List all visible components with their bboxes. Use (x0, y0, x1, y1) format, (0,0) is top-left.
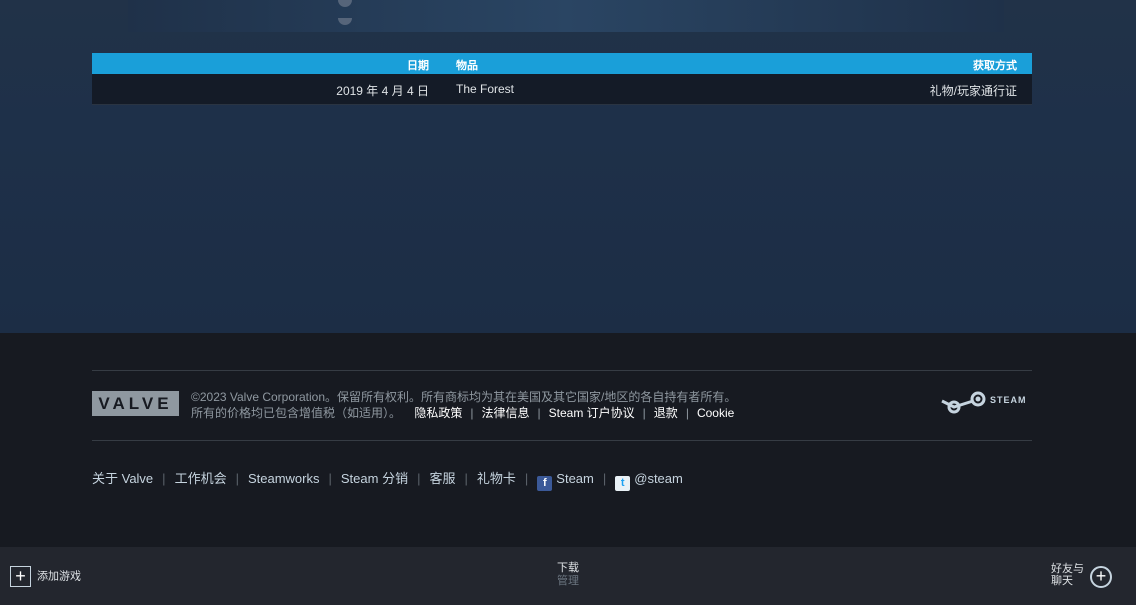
manage-label[interactable]: 管理 (0, 572, 1136, 588)
cookie-link[interactable]: Cookie (697, 406, 734, 420)
footer-links: 关于 Valve | 工作机会 | Steamworks | Steam 分销 | 客服 | 礼物卡… (92, 471, 683, 491)
footer-divider-2 (92, 440, 1032, 441)
facebook-link[interactable]: f Steam (537, 471, 594, 491)
about-valve-link[interactable]: 关于 Valve (92, 471, 153, 486)
banner-decoration (338, 0, 428, 25)
friends-label-line2: 聊天 (1051, 575, 1073, 587)
refund-link[interactable]: 退款 (654, 406, 678, 420)
copyright: ©2023 Valve Corporation。保留所有权利。所有商标均为其在美… (191, 389, 736, 421)
friends-label-line1: 好友与 (1051, 563, 1084, 575)
twitter-link[interactable]: t @steam (615, 471, 683, 491)
footer: VALVE ©2023 Valve Corporation。保留所有权利。所有商… (0, 333, 1136, 547)
legal-links: 所有的价格均已包含增值税（如适用）。 隐私政策 | 法律信息 | Steam 订户协议 |… (191, 406, 735, 420)
header-item: 物品 (456, 60, 478, 72)
steam-logo-text: STEAM (990, 395, 1027, 405)
friends-chat-button[interactable]: 好友与 聊天 (1051, 563, 1084, 587)
table-header: 日期 物品 获取方式 (92, 53, 1032, 74)
facebook-label: Steam (556, 471, 594, 486)
top-banner (128, 0, 1004, 32)
steam-logo[interactable]: STEAM (940, 391, 1032, 417)
steamworks-link[interactable]: Steamworks (248, 471, 320, 486)
gift-cards-link[interactable]: 礼物卡 (477, 471, 516, 486)
row-method: 礼物/玩家通行证 (929, 84, 1017, 98)
jobs-link[interactable]: 工作机会 (175, 471, 227, 486)
main-content: 日期 物品 获取方式 2019 年 4 月 4 日 The Forest 礼物/… (0, 0, 1136, 333)
copyright-line2: 所有的价格均已包含增值税（如适用）。 (191, 406, 402, 420)
legal-link[interactable]: 法律信息 (482, 406, 530, 420)
purchase-history-table: 日期 物品 获取方式 2019 年 4 月 4 日 The Forest 礼物/… (92, 53, 1032, 105)
row-item[interactable]: The Forest (456, 82, 514, 96)
header-method: 获取方式 (973, 60, 1017, 72)
twitter-label: @steam (634, 471, 683, 486)
twitter-icon: t (615, 476, 631, 491)
row-date: 2019 年 4 月 4 日 (336, 84, 429, 98)
table-row: 2019 年 4 月 4 日 The Forest 礼物/玩家通行证 (92, 74, 1032, 105)
valve-logo[interactable]: VALVE (92, 391, 179, 416)
copyright-line1: ©2023 Valve Corporation。保留所有权利。所有商标均为其在美… (191, 390, 737, 404)
bottom-bar: + 添加游戏 下载 管理 好友与 聊天 + (0, 547, 1136, 605)
footer-divider (92, 370, 1032, 371)
steam-distribution-link[interactable]: Steam 分销 (341, 471, 408, 486)
facebook-icon: f (537, 476, 553, 491)
support-link[interactable]: 客服 (429, 471, 455, 486)
steam-logo-icon (941, 391, 986, 414)
ssa-link[interactable]: Steam 订户协议 (549, 406, 635, 420)
header-date: 日期 (407, 60, 429, 72)
friends-plus-icon[interactable]: + (1090, 566, 1112, 588)
privacy-link[interactable]: 隐私政策 (414, 406, 462, 420)
